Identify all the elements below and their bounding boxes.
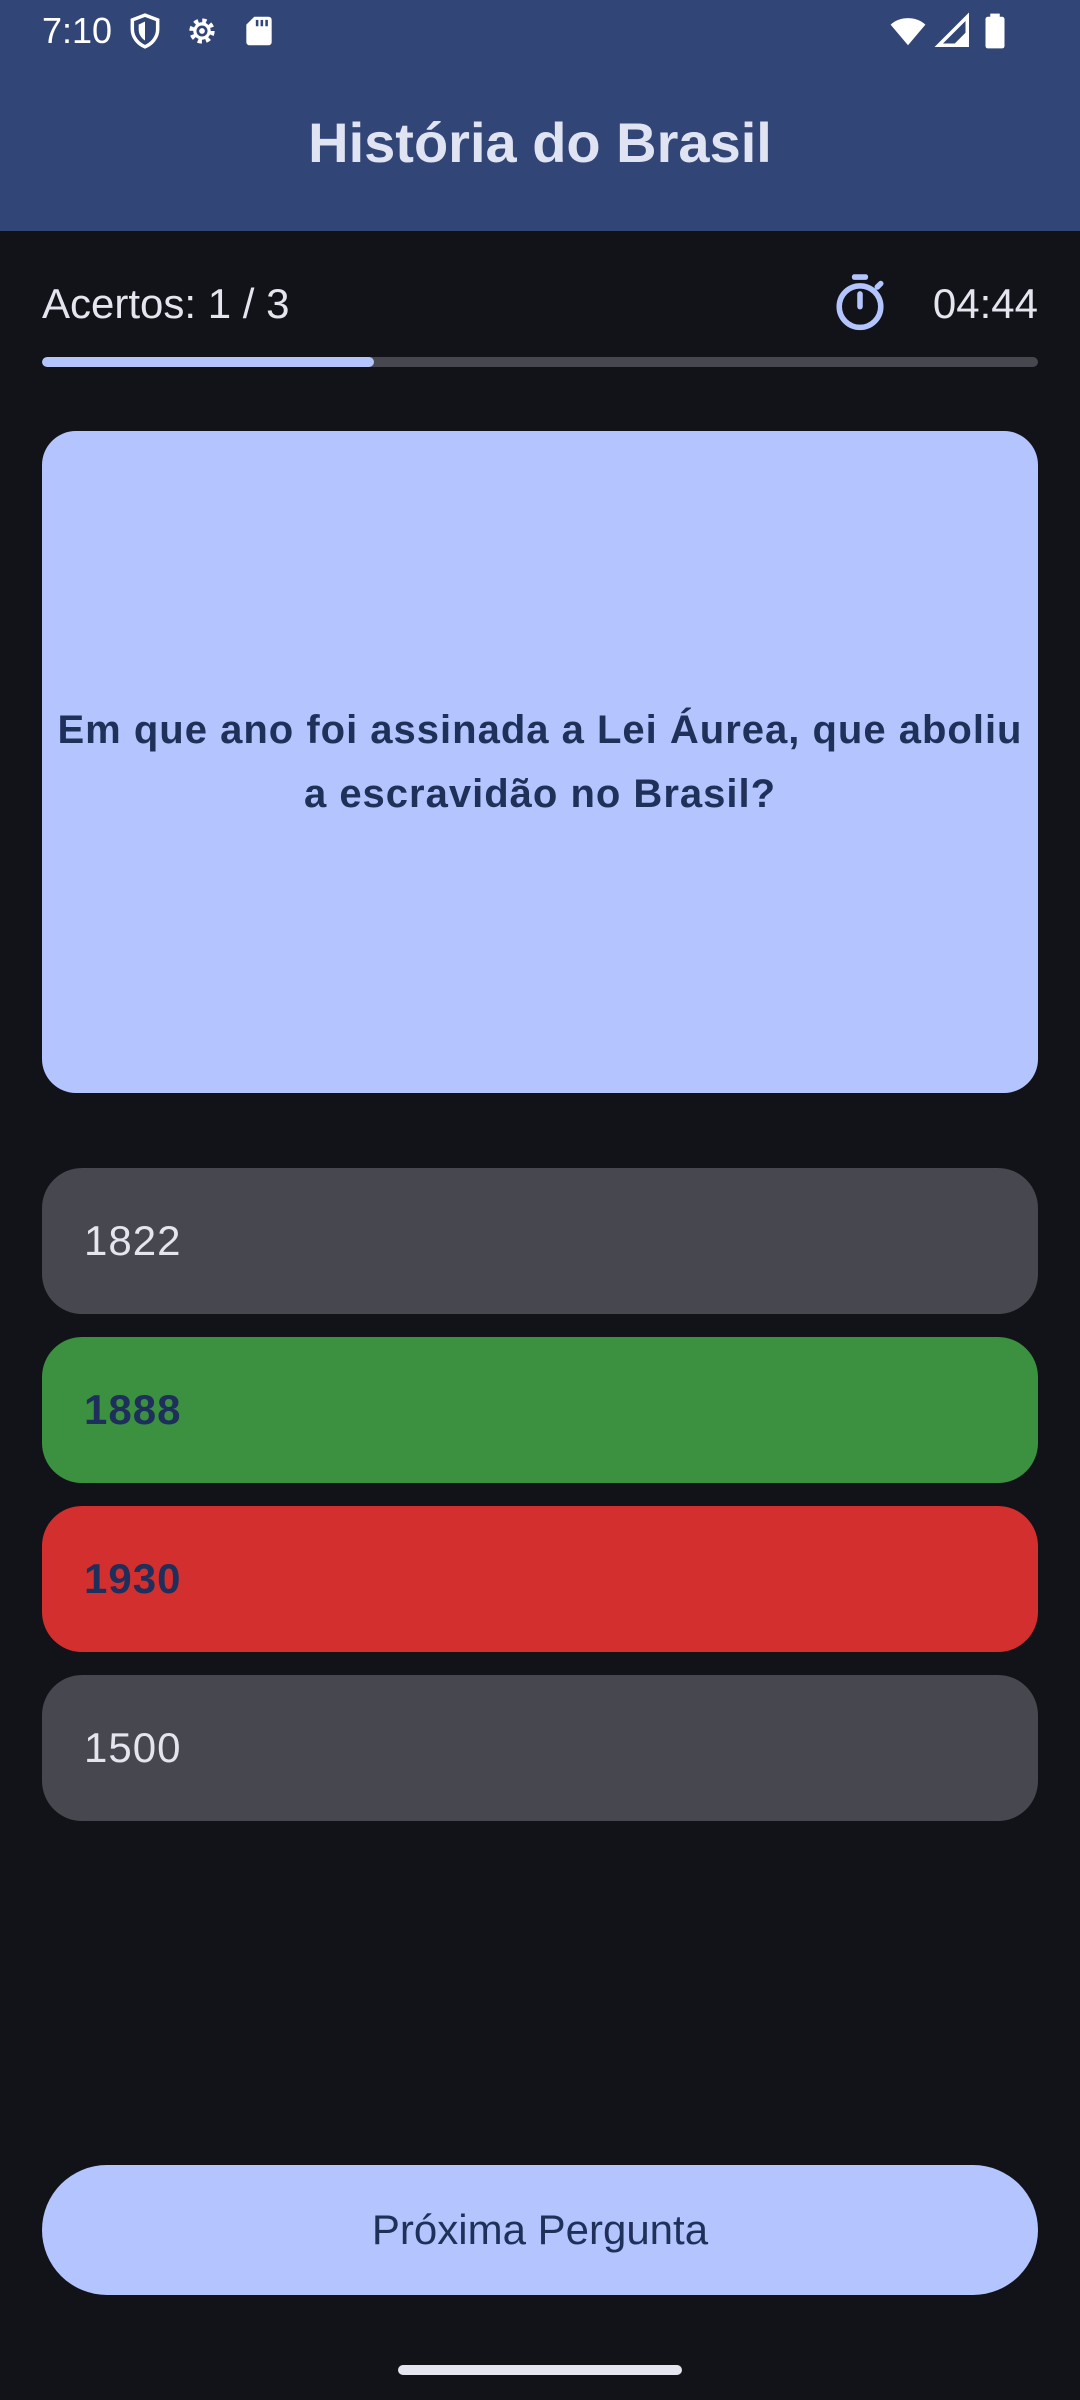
shield-icon [126, 12, 164, 50]
progress-bar-fill [42, 357, 374, 367]
next-question-button[interactable]: Próxima Pergunta [42, 2165, 1038, 2295]
signal-icon [934, 12, 972, 50]
wifi-icon [888, 12, 926, 50]
answer-label: 1822 [84, 1217, 182, 1264]
answer-option-1822[interactable]: 1822 [42, 1168, 1038, 1314]
timer-value: 04:44 [932, 280, 1038, 327]
answer-option-1888[interactable]: 1888 [42, 1337, 1038, 1483]
score-counter: Acertos: 1 / 3 [42, 280, 290, 327]
home-indicator[interactable] [398, 2365, 682, 2375]
answer-option-1930[interactable]: 1930 [42, 1506, 1038, 1652]
progress-bar [42, 357, 1038, 367]
sd-card-icon [240, 12, 278, 50]
answer-label: 1888 [84, 1386, 182, 1433]
status-time: 7:10 [42, 10, 113, 51]
status-bar: 7:10 [0, 0, 1080, 62]
gear-icon [183, 12, 221, 50]
answer-option-1500[interactable]: 1500 [42, 1675, 1038, 1821]
app-title: História do Brasil [308, 111, 772, 174]
stopwatch-icon [832, 272, 888, 332]
question-text: Em que ano foi assinada a Lei Áurea, que… [57, 708, 1023, 816]
answer-label: 1500 [84, 1724, 182, 1771]
question-card: Em que ano foi assinada a Lei Áurea, que… [42, 431, 1038, 1093]
app-bar: História do Brasil [0, 62, 1080, 231]
answer-label: 1930 [84, 1555, 182, 1602]
battery-icon [980, 12, 1018, 50]
